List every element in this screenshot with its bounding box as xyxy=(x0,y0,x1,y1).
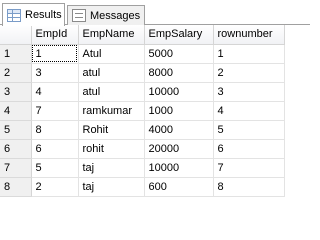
row-number-cell[interactable]: 2 xyxy=(0,63,32,83)
grid-icon xyxy=(7,8,21,22)
column-header-empid[interactable]: EmpId xyxy=(31,25,79,45)
cell-empname[interactable]: atul xyxy=(78,63,145,83)
cell-empname[interactable]: taj xyxy=(78,177,145,197)
cell-empid[interactable]: 2 xyxy=(31,177,79,197)
cell-empname[interactable]: rohit xyxy=(78,139,145,159)
cell-empid[interactable]: 1 xyxy=(31,44,79,64)
tab-messages-label: Messages xyxy=(90,9,141,22)
table-row[interactable]: 3 4 atul 10000 3 xyxy=(0,82,285,102)
row-number-cell[interactable]: 7 xyxy=(0,158,32,178)
cell-empid[interactable]: 3 xyxy=(31,63,79,83)
cell-empsalary[interactable]: 600 xyxy=(144,177,214,197)
cell-empname[interactable]: Atul xyxy=(78,44,145,64)
row-number-cell[interactable]: 3 xyxy=(0,82,32,102)
header-row: EmpId EmpName EmpSalary rownumber xyxy=(0,25,285,45)
cell-rownumber[interactable]: 1 xyxy=(213,44,285,64)
column-header-corner[interactable] xyxy=(0,25,32,45)
table-row[interactable]: 7 5 taj 10000 7 xyxy=(0,158,285,178)
table-row[interactable]: 4 7 ramkumar 1000 4 xyxy=(0,101,285,121)
cell-empid[interactable]: 6 xyxy=(31,139,79,159)
row-number-cell[interactable]: 1 xyxy=(0,44,32,64)
results-grid[interactable]: EmpId EmpName EmpSalary rownumber 1 1 Atul… xyxy=(0,25,285,197)
row-number-cell[interactable]: 4 xyxy=(0,101,32,121)
tab-results-label: Results xyxy=(25,9,62,21)
tab-results[interactable]: Results xyxy=(2,3,65,26)
cell-empname[interactable]: Rohit xyxy=(78,120,145,140)
table-row[interactable]: 6 6 rohit 20000 6 xyxy=(0,139,285,159)
tab-messages[interactable]: Messages xyxy=(67,5,145,25)
cell-empid[interactable]: 4 xyxy=(31,82,79,102)
cell-rownumber[interactable]: 5 xyxy=(213,120,285,140)
column-header-empname[interactable]: EmpName xyxy=(78,25,145,45)
cell-rownumber[interactable]: 4 xyxy=(213,101,285,121)
cell-empid[interactable]: 8 xyxy=(31,120,79,140)
cell-empsalary[interactable]: 8000 xyxy=(144,63,214,83)
table-row[interactable]: 5 8 Rohit 4000 5 xyxy=(0,120,285,140)
cell-empname[interactable]: taj xyxy=(78,158,145,178)
cell-rownumber[interactable]: 8 xyxy=(213,177,285,197)
table-row[interactable]: 2 3 atul 8000 2 xyxy=(0,63,285,83)
messages-icon xyxy=(72,9,86,22)
cell-empname[interactable]: atul xyxy=(78,82,145,102)
cell-empsalary[interactable]: 1000 xyxy=(144,101,214,121)
cell-empsalary[interactable]: 10000 xyxy=(144,158,214,178)
cell-rownumber[interactable]: 6 xyxy=(213,139,285,159)
cell-empname[interactable]: ramkumar xyxy=(78,101,145,121)
column-header-empsalary[interactable]: EmpSalary xyxy=(144,25,214,45)
row-number-cell[interactable]: 8 xyxy=(0,177,32,197)
cell-empsalary[interactable]: 4000 xyxy=(144,120,214,140)
results-tabstrip: Results Messages xyxy=(0,0,310,26)
table-row[interactable]: 1 1 Atul 5000 1 xyxy=(0,44,285,64)
cell-empid[interactable]: 7 xyxy=(31,101,79,121)
cell-empid[interactable]: 5 xyxy=(31,158,79,178)
table-row[interactable]: 8 2 taj 600 8 xyxy=(0,177,285,197)
column-header-rownumber[interactable]: rownumber xyxy=(213,25,285,45)
cell-empsalary[interactable]: 20000 xyxy=(144,139,214,159)
row-number-cell[interactable]: 5 xyxy=(0,120,32,140)
cell-rownumber[interactable]: 2 xyxy=(213,63,285,83)
cell-empsalary[interactable]: 10000 xyxy=(144,82,214,102)
row-number-cell[interactable]: 6 xyxy=(0,139,32,159)
cell-rownumber[interactable]: 3 xyxy=(213,82,285,102)
cell-empsalary[interactable]: 5000 xyxy=(144,44,214,64)
cell-rownumber[interactable]: 7 xyxy=(213,158,285,178)
